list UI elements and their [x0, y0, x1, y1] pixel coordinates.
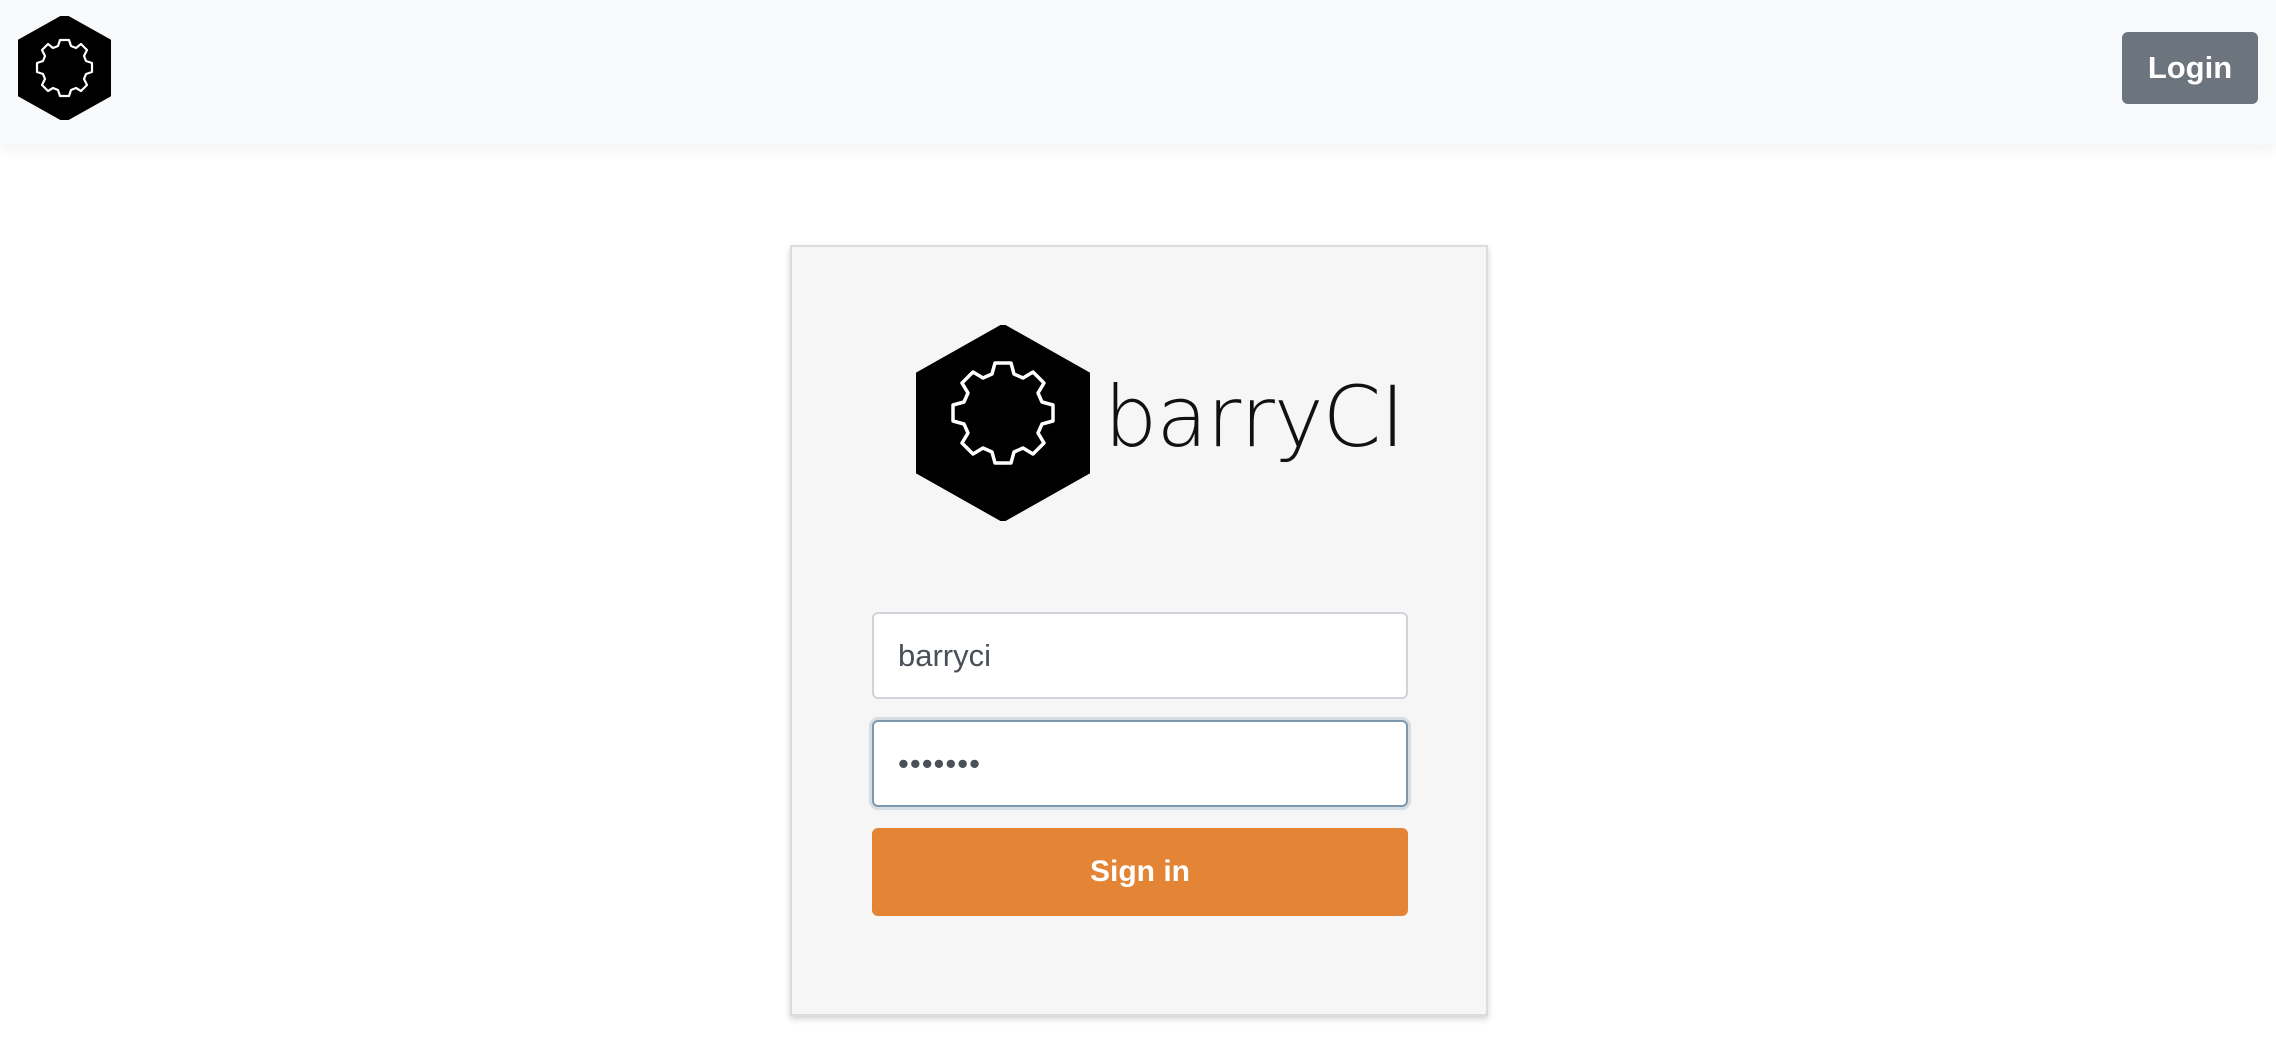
brand-name: barryCI	[1104, 368, 1405, 466]
brand-logo: barryCI	[916, 325, 1405, 525]
home-logo-link[interactable]	[18, 16, 111, 120]
login-button[interactable]: Login	[2122, 32, 2258, 104]
username-input[interactable]	[872, 612, 1408, 699]
barryci-gear-hexagon-icon	[916, 325, 1090, 521]
top-navbar: Login	[0, 0, 2276, 145]
sign-in-button[interactable]: Sign in	[872, 828, 1408, 916]
login-card: barryCI Sign in	[790, 245, 1488, 1016]
barryci-logo-icon	[18, 16, 111, 120]
brand-mark	[916, 325, 1090, 521]
password-input[interactable]	[872, 720, 1408, 807]
